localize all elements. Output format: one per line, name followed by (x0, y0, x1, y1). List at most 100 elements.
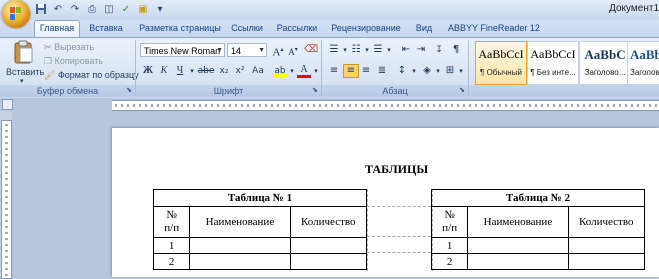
style-sample: AaBbC (584, 47, 626, 62)
table-header-cell: № п/п (430, 206, 469, 238)
table-cell: 1 (152, 237, 191, 254)
align-center-icon[interactable]: ≡ (343, 64, 359, 78)
tab-mailings[interactable]: Рассылки (275, 21, 319, 36)
styles-group-label (469, 85, 659, 97)
quick-print-icon[interactable]: ⎙ (85, 3, 99, 17)
window-title: Документ1 (609, 3, 659, 14)
quick-access-toolbar: ↶ ↷ ⎙ ◫ ✓ ▣ ▾ (34, 3, 167, 17)
paragraph-group-label: Абзац ⬊ (322, 85, 468, 97)
decrease-indent-icon[interactable]: ⇤ (399, 43, 413, 57)
tab-review[interactable]: Рецензирование (330, 21, 402, 36)
table-header-cell: Наименование (467, 206, 569, 238)
multilevel-dropdown-icon[interactable]: ▾ (382, 43, 396, 57)
style-heading-1[interactable]: AaBbC Заголово... (579, 41, 631, 85)
print-preview-icon[interactable]: ◫ (102, 3, 116, 17)
subscript-button[interactable]: x₂ (217, 64, 231, 78)
style-no-spacing[interactable]: AaBbCcI ¶ Без инте... (527, 41, 579, 85)
office-logo-icon (10, 7, 21, 20)
copy-label: Копировать (54, 56, 104, 66)
style-normal[interactable]: AaBbCcI ¶ Обычный (475, 41, 527, 85)
table-cell: 1 (430, 237, 469, 254)
clear-formatting-icon[interactable]: ⌫ (304, 43, 318, 57)
format-painter-button[interactable]: 🖌 Формат по образцу (44, 68, 139, 82)
gridline (367, 252, 431, 253)
paste-button[interactable]: Вставить ▾ (6, 40, 44, 85)
clipboard-icon (14, 40, 33, 64)
bold-button[interactable]: Ж (141, 64, 155, 78)
style-sample: AaBbCcI (478, 47, 524, 61)
tab-abbyy[interactable]: ABBYY FineReader 12 (448, 21, 540, 36)
table-1[interactable]: Таблица № 1 № п/п Наименование Количество… (152, 189, 368, 270)
table-cell (189, 237, 291, 254)
copy-button[interactable]: ❐ Копировать (44, 54, 103, 68)
office-button[interactable] (2, 0, 30, 28)
font-group-label: Шрифт ⬊ (136, 85, 321, 97)
copy-icon: ❐ (44, 56, 53, 66)
paste-label: Вставить (6, 67, 45, 77)
customize-icon[interactable]: ▾ (153, 3, 167, 17)
justify-icon[interactable]: ≣ (375, 64, 389, 78)
clipboard-group-label: Буфер обмена ⬊ (0, 85, 135, 97)
paragraph-label-text: Абзац (382, 86, 408, 96)
table-cell: 2 (152, 253, 191, 270)
font-label-text: Шрифт (213, 86, 244, 96)
show-marks-icon[interactable]: ¶ (449, 43, 463, 57)
table-caption: Таблица № 1 (153, 189, 367, 207)
redo-icon[interactable]: ↷ (68, 3, 82, 17)
font-size-combo[interactable]: 14 ▼ (227, 43, 267, 57)
table-cell (567, 237, 646, 254)
italic-button[interactable]: К (157, 64, 171, 78)
chevron-down-icon[interactable]: ▼ (258, 44, 265, 58)
table-cell (289, 253, 368, 270)
line-spacing-dropdown-icon[interactable]: ▾ (407, 64, 421, 78)
chevron-down-icon[interactable]: ▼ (216, 44, 223, 58)
shrink-font-button[interactable]: A▾ (286, 43, 300, 57)
table-cell (467, 253, 569, 270)
grow-font-button[interactable]: A▴ (271, 43, 285, 59)
tab-selector-icon[interactable] (2, 99, 13, 110)
table-cell (289, 237, 368, 254)
clipboard-label-text: Буфер обмена (36, 86, 99, 96)
horizontal-ruler[interactable] (112, 100, 659, 111)
scissors-icon: ✂ (44, 42, 52, 52)
font-name-combo[interactable]: Times New Roman ▼ (140, 43, 225, 57)
table-header-cell: Количество (289, 206, 368, 238)
table-2[interactable]: Таблица № 2 № п/п Наименование Количество… (430, 189, 646, 270)
open-icon[interactable]: ▣ (136, 3, 150, 17)
borders-dropdown-icon[interactable]: ▾ (454, 64, 468, 78)
strikethrough-button[interactable]: abe (197, 64, 215, 78)
dialog-launcher-icon[interactable]: ⬊ (459, 85, 465, 97)
change-case-button[interactable]: Aa (249, 64, 267, 78)
sort-icon[interactable]: ↧ (432, 43, 446, 57)
align-right-icon[interactable]: ≡ (359, 64, 373, 78)
ruler-ticks (115, 104, 657, 107)
style-heading-2[interactable]: AaBbC Заголово (627, 41, 659, 85)
cut-label: Вырезать (54, 42, 95, 52)
superscript-button[interactable]: x² (233, 64, 247, 78)
tab-page-layout[interactable]: Разметка страницы (135, 21, 225, 36)
tab-insert[interactable]: Вставка (86, 21, 126, 36)
cut-button[interactable]: ✂ Вырезать (44, 40, 94, 54)
workspace-background (14, 111, 112, 277)
table-header-cell: № п/п (152, 206, 191, 238)
undo-icon[interactable]: ↶ (51, 3, 65, 17)
increase-indent-icon[interactable]: ⇥ (414, 43, 428, 57)
spelling-icon[interactable]: ✓ (119, 3, 133, 17)
document-heading: ТАБЛИЦЫ (365, 162, 429, 176)
table-row: 1 (430, 237, 646, 254)
save-icon[interactable] (34, 3, 48, 17)
gridline (367, 236, 431, 237)
tab-references[interactable]: Ссылки (229, 21, 265, 36)
dialog-launcher-icon[interactable]: ⬊ (312, 85, 318, 97)
dialog-launcher-icon[interactable]: ⬊ (126, 85, 132, 97)
align-left-icon[interactable]: ≡ (327, 64, 341, 78)
tab-home[interactable]: Главная (34, 20, 80, 38)
style-name: ¶ Без инте... (530, 68, 576, 77)
table-gap-gridlines (367, 189, 433, 271)
style-name: Заголово... (584, 68, 626, 77)
tab-view[interactable]: Вид (413, 21, 435, 36)
table-cell (189, 253, 291, 270)
table-row: 2 (430, 253, 646, 270)
vertical-ruler[interactable] (1, 120, 12, 279)
table-header-cell: Наименование (189, 206, 291, 238)
